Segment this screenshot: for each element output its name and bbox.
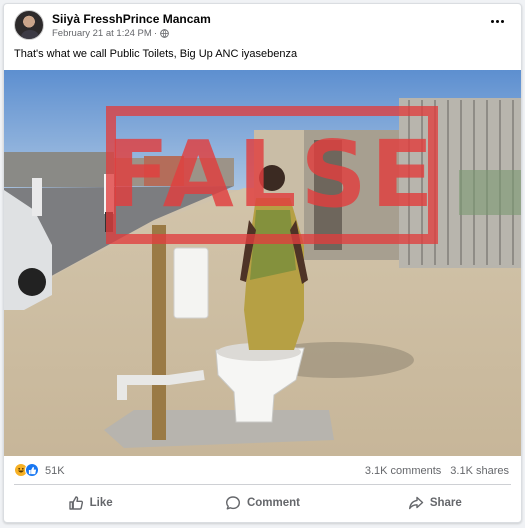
comment-button[interactable]: Comment bbox=[176, 486, 348, 520]
share-arrow-icon bbox=[408, 496, 424, 510]
dot-icon bbox=[490, 19, 494, 23]
post-meta: February 21 at 1:24 PM · bbox=[52, 28, 169, 39]
post-date[interactable]: February 21 at 1:24 PM bbox=[52, 28, 152, 39]
like-icon bbox=[25, 463, 39, 477]
dot-icon bbox=[500, 19, 504, 23]
false-overlay-label: FALSE bbox=[106, 121, 438, 228]
shares-count[interactable]: 3.1K shares bbox=[450, 465, 509, 477]
false-overlay-stamp: FALSE bbox=[106, 106, 438, 244]
dot-icon bbox=[495, 19, 499, 23]
comment-icon bbox=[225, 496, 240, 510]
post-header: Siiyà FresshPrince Mancam February 21 at… bbox=[4, 4, 521, 44]
post-stats: 3.1K comments 3.1K shares bbox=[365, 465, 509, 477]
like-label: Like bbox=[89, 497, 113, 509]
comments-count[interactable]: 3.1K comments bbox=[365, 465, 441, 477]
like-button[interactable]: Like bbox=[4, 486, 176, 520]
post-photo[interactable]: FALSE bbox=[4, 70, 521, 456]
reactions-row: 51K 3.1K comments 3.1K shares bbox=[4, 460, 521, 482]
reaction-count[interactable]: 51K bbox=[45, 465, 65, 477]
share-button[interactable]: Share bbox=[349, 486, 521, 520]
post-actions: Like Comment Share bbox=[4, 486, 521, 520]
thumbs-up-icon bbox=[68, 496, 83, 510]
author-avatar[interactable] bbox=[14, 10, 44, 40]
globe-icon bbox=[160, 29, 169, 38]
share-label: Share bbox=[429, 497, 462, 509]
comment-label: Comment bbox=[246, 497, 300, 509]
post-caption: That's what we call Public Toilets, Big … bbox=[14, 48, 298, 60]
reaction-icons[interactable] bbox=[14, 463, 39, 477]
post-card: Siiyà FresshPrince Mancam February 21 at… bbox=[3, 3, 522, 523]
more-options-button[interactable] bbox=[487, 14, 507, 28]
author-name[interactable]: Siiyà FresshPrince Mancam bbox=[52, 12, 211, 26]
actions-divider bbox=[14, 484, 511, 485]
